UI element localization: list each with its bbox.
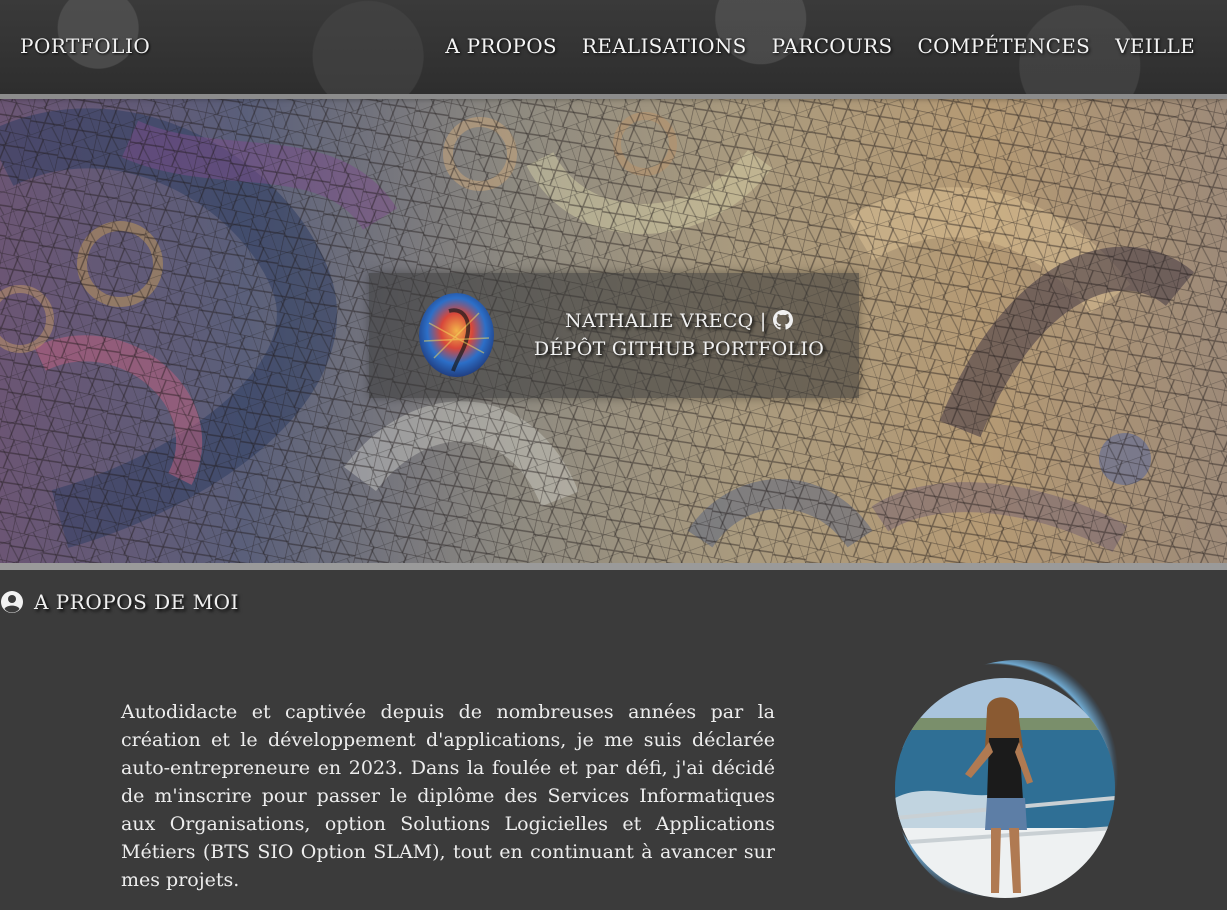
nav-link-a-propos[interactable]: A PROPOS	[445, 34, 557, 58]
nav-link-realisations[interactable]: REALISATIONS	[582, 34, 747, 58]
about-paragraph: Autodidacte et captivée depuis de nombre…	[121, 701, 775, 891]
main-nav: A PROPOS REALISATIONS PARCOURS COMPÉTENC…	[445, 34, 1195, 58]
about-header: A PROPOS DE MOI	[0, 590, 239, 614]
profile-photo-frame	[893, 660, 1143, 910]
hero-divider	[0, 563, 1227, 570]
nav-link-veille[interactable]: VEILLE	[1115, 34, 1195, 58]
hero-title: NATHALIE VRECQ | DÉPÔT GITHUB PORTFOLIO	[519, 307, 839, 363]
profile-photo	[895, 678, 1115, 898]
top-navbar: PORTFOLIO A PROPOS REALISATIONS PARCOURS…	[0, 0, 1227, 99]
about-title: A PROPOS DE MOI	[34, 590, 239, 614]
github-icon[interactable]	[772, 310, 793, 330]
github-repo-link[interactable]: DÉPÔT GITHUB PORTFOLIO	[519, 335, 839, 363]
nav-link-competences[interactable]: COMPÉTENCES	[918, 34, 1091, 58]
hero-card: NATHALIE VRECQ | DÉPÔT GITHUB PORTFOLIO	[369, 273, 859, 398]
user-circle-icon	[1, 591, 23, 613]
nav-link-parcours[interactable]: PARCOURS	[772, 34, 893, 58]
avatar-mosaic-icon	[419, 293, 494, 377]
brand-logo[interactable]: PORTFOLIO	[20, 34, 150, 58]
hero-name: NATHALIE VRECQ |	[565, 310, 767, 332]
